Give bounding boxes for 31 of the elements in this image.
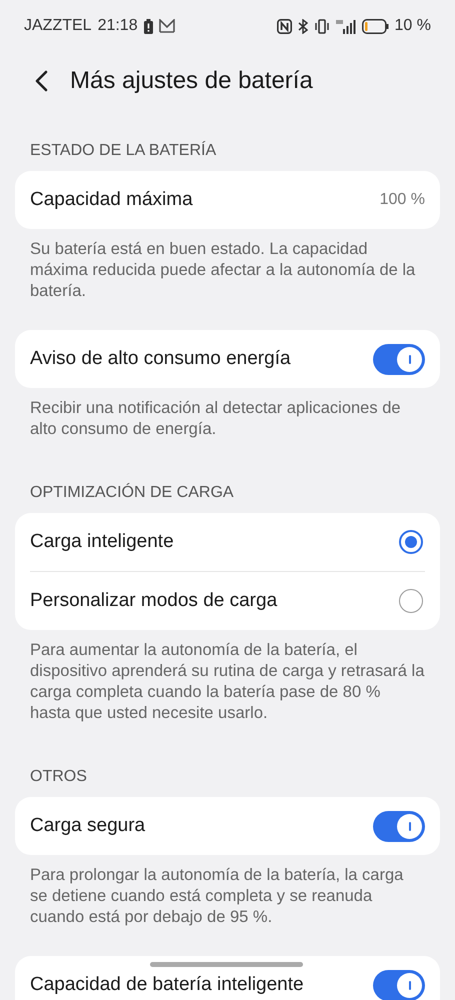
vibrate-icon [314, 18, 330, 34]
radio-button[interactable] [399, 530, 423, 554]
setting-label: Aviso de alto consumo energía [30, 348, 291, 370]
section-heading: OPTIMIZACIÓN DE CARGA [29, 482, 235, 503]
battery-icon [362, 18, 389, 34]
setting-label: Carga inteligente [30, 531, 174, 553]
bluetooth-icon [298, 18, 308, 34]
battery-saver-icon [144, 18, 153, 34]
toggle-switch[interactable] [373, 344, 425, 374]
description-text: Recibir una notificación al detectar aplicaciones de alto consumo de energía. [29, 398, 402, 440]
description-text: Para aumentar la autonomía de la batería, el dispositivo aprenderá su rutina de carga y retrasará la carga completa cuando la batería pase de 80 % hasta que usted necesite usarlo. [29, 640, 426, 724]
battery-percentage: 10 % [394, 17, 431, 35]
signal-icon [336, 18, 356, 34]
nfc-icon [276, 18, 292, 34]
setting-label: Personalizar modos de carga [30, 590, 278, 612]
description-text: Su batería está en buen estado. La capacidad máxima reducida puede afectar a la autonomía de la batería. [29, 239, 416, 302]
mail-icon [158, 19, 175, 33]
back-button[interactable] [34, 70, 48, 92]
carrier-name: JAZZTEL [24, 17, 92, 35]
radio-button[interactable] [399, 589, 423, 613]
toggle-switch[interactable] [373, 810, 425, 842]
description-text: Para prolongar la autonomía de la batería, la carga se detiene cuando está completa y se reanuda cuando está por debajo de 95 %. [29, 865, 404, 928]
section-heading: OTROS [29, 767, 88, 787]
setting-label: Capacidad máxima [30, 189, 193, 211]
setting-value: 100 % [380, 191, 425, 209]
setting-label: Carga segura [30, 815, 146, 837]
toggle-switch[interactable] [373, 970, 425, 1000]
clock-time: 21:18 [98, 17, 138, 35]
setting-label: Capacidad de batería inteligente [30, 974, 304, 996]
section-heading: ESTADO DE LA BATERÍA [29, 140, 218, 161]
page-title: Más ajustes de batería [70, 67, 313, 95]
